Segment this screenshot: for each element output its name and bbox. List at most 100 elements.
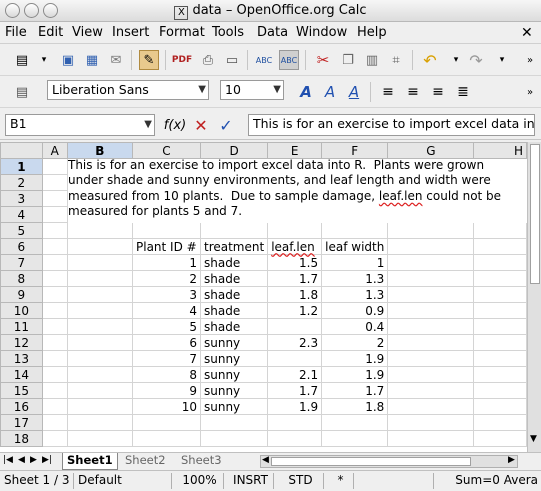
cell[interactable]: 1 [132, 254, 201, 271]
italic-icon[interactable]: A [320, 82, 340, 102]
column-header-f[interactable]: F [321, 142, 389, 159]
cell[interactable] [387, 270, 475, 287]
cell[interactable]: 4 [132, 302, 201, 319]
menu-window[interactable]: Window [296, 25, 347, 40]
redo-dropdown-icon[interactable]: ▾ [492, 50, 512, 70]
clone-formatting-icon[interactable]: ⌗ [386, 50, 406, 70]
cell[interactable] [473, 366, 527, 383]
cell[interactable] [473, 350, 527, 367]
menu-edit[interactable]: Edit [38, 25, 63, 40]
cell[interactable] [41, 190, 68, 207]
status-selection-mode[interactable]: STD [273, 473, 323, 489]
cell[interactable] [41, 158, 68, 175]
cell[interactable] [387, 286, 475, 303]
cell[interactable]: shade [199, 302, 269, 319]
cell[interactable]: 1.8 [321, 398, 389, 415]
cell[interactable]: sunny [199, 398, 269, 415]
cell[interactable]: 2.3 [267, 334, 323, 351]
cell[interactable]: 2 [132, 270, 201, 287]
scroll-right-icon[interactable]: ▶ [508, 455, 515, 465]
column-title-cell[interactable]: Plant ID # [132, 238, 201, 255]
row-header[interactable]: 8 [0, 270, 43, 287]
cell[interactable]: shade [199, 318, 269, 335]
cell[interactable] [387, 350, 475, 367]
cell[interactable] [66, 222, 134, 239]
cell[interactable] [66, 414, 134, 431]
cell[interactable] [132, 222, 201, 239]
cell[interactable] [387, 222, 475, 239]
row-header[interactable]: 11 [0, 318, 43, 335]
row-header[interactable]: 16 [0, 398, 43, 415]
cell[interactable]: 2.1 [267, 366, 323, 383]
page-preview-icon[interactable]: ▭ [222, 50, 242, 70]
note-text[interactable]: This is for an exercise to import excel … [68, 158, 523, 220]
cell[interactable] [41, 414, 68, 431]
row-header[interactable]: 10 [0, 302, 43, 319]
cell[interactable] [66, 350, 134, 367]
cut-icon[interactable]: ✂ [313, 50, 333, 70]
cell[interactable] [473, 222, 527, 239]
cell[interactable] [41, 302, 68, 319]
cell[interactable] [66, 238, 134, 255]
cell[interactable] [387, 382, 475, 399]
cell[interactable] [132, 414, 201, 431]
tab-sheet3[interactable]: Sheet3 [177, 453, 226, 469]
cell[interactable] [132, 430, 201, 447]
bold-icon[interactable]: A [296, 82, 316, 102]
cell[interactable]: 1.2 [267, 302, 323, 319]
column-header-e[interactable]: E [267, 142, 323, 159]
cell[interactable] [41, 270, 68, 287]
cell[interactable] [267, 222, 323, 239]
menu-data[interactable]: Data [257, 25, 288, 40]
column-header-g[interactable]: G [387, 142, 475, 159]
cell[interactable] [66, 334, 134, 351]
cell[interactable]: 1.3 [321, 286, 389, 303]
cell[interactable] [66, 382, 134, 399]
cell[interactable] [41, 366, 68, 383]
export-pdf-icon[interactable]: PDF [172, 50, 192, 70]
edit-file-icon[interactable]: ✎ [139, 50, 159, 70]
cell[interactable] [41, 398, 68, 415]
status-insert-mode[interactable]: INSRT [223, 473, 273, 489]
last-sheet-icon[interactable]: ▶| [42, 455, 52, 465]
menu-help[interactable]: Help [357, 25, 387, 40]
cell[interactable] [473, 398, 527, 415]
cell[interactable] [387, 318, 475, 335]
cell[interactable] [473, 334, 527, 351]
scroll-left-icon[interactable]: ◀ [262, 455, 269, 465]
cell[interactable] [41, 334, 68, 351]
cell[interactable] [66, 318, 134, 335]
cell[interactable] [267, 350, 323, 367]
email-icon[interactable]: ✉ [106, 50, 126, 70]
cell[interactable]: sunny [199, 382, 269, 399]
undo-dropdown-icon[interactable]: ▾ [446, 50, 466, 70]
select-all-corner[interactable] [0, 142, 43, 159]
column-header-d[interactable]: D [199, 142, 269, 159]
cell[interactable] [199, 222, 269, 239]
cell[interactable]: shade [199, 286, 269, 303]
save-icon[interactable]: ▦ [82, 50, 102, 70]
row-header[interactable]: 1 [0, 158, 43, 175]
cell[interactable]: 6 [132, 334, 201, 351]
menu-tools[interactable]: Tools [212, 25, 244, 40]
copy-icon[interactable]: ❐ [338, 50, 358, 70]
cell[interactable] [66, 302, 134, 319]
first-sheet-icon[interactable]: |◀ [3, 455, 13, 465]
cell[interactable]: sunny [199, 334, 269, 351]
cell[interactable] [473, 238, 527, 255]
cell[interactable] [387, 334, 475, 351]
row-header[interactable]: 18 [0, 430, 43, 447]
menu-insert[interactable]: Insert [112, 25, 149, 40]
cell[interactable] [66, 254, 134, 271]
function-wizard-icon[interactable]: f(x) [164, 115, 186, 135]
cancel-icon[interactable]: ✕ [191, 115, 211, 135]
cell[interactable] [41, 222, 68, 239]
cell[interactable] [66, 270, 134, 287]
column-header-b[interactable]: B [66, 142, 134, 159]
cell[interactable] [473, 318, 527, 335]
prev-sheet-icon[interactable]: ◀ [18, 455, 25, 465]
cell[interactable] [41, 286, 68, 303]
autospellcheck-icon[interactable]: ABC [279, 50, 299, 70]
column-header-c[interactable]: C [132, 142, 201, 159]
cell[interactable]: 1.5 [267, 254, 323, 271]
